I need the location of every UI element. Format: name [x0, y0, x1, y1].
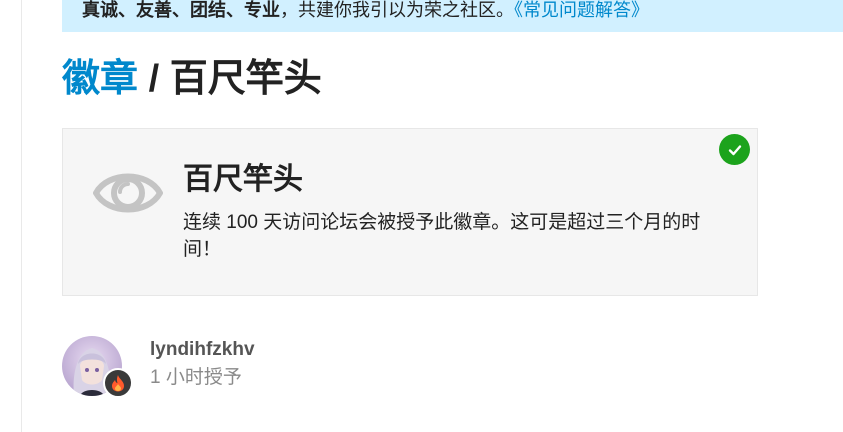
breadcrumb-current-badge: 百尺竿头 [169, 58, 322, 100]
granted-time: 1 小时授予 [150, 367, 242, 388]
breadcrumb-badges-link[interactable]: 徽章 [62, 58, 138, 100]
breadcrumb-separator: / [138, 58, 170, 100]
page-title: 徽章 / 百尺竿头 [62, 56, 322, 102]
badge-grant-item: lyndihfzkhv 1 小时授予 [62, 336, 462, 406]
page-left-border [21, 0, 22, 432]
faq-link[interactable]: 《常见问题解答》 [514, 0, 649, 20]
fire-icon [103, 368, 133, 398]
check-icon [719, 134, 750, 165]
community-notice-banner: 真诚、友善、团结、专业，共建你我引以为荣之社区。《常见问题解答》 [62, 0, 843, 32]
eye-icon [93, 163, 163, 223]
granted-username[interactable]: lyndihfzkhv [150, 338, 255, 362]
notice-text: ，共建你我引以为荣之社区。 [280, 0, 514, 20]
notice-values: 真诚、友善、团结、专业 [82, 0, 280, 20]
badge-name: 百尺竿头 [183, 163, 303, 196]
badge-card: 百尺竿头 连续 100 天访问论坛会被授予此徽章。这可是超过三个月的时间！ [62, 128, 758, 296]
badge-description: 连续 100 天访问论坛会被授予此徽章。这可是超过三个月的时间！ [183, 212, 701, 260]
